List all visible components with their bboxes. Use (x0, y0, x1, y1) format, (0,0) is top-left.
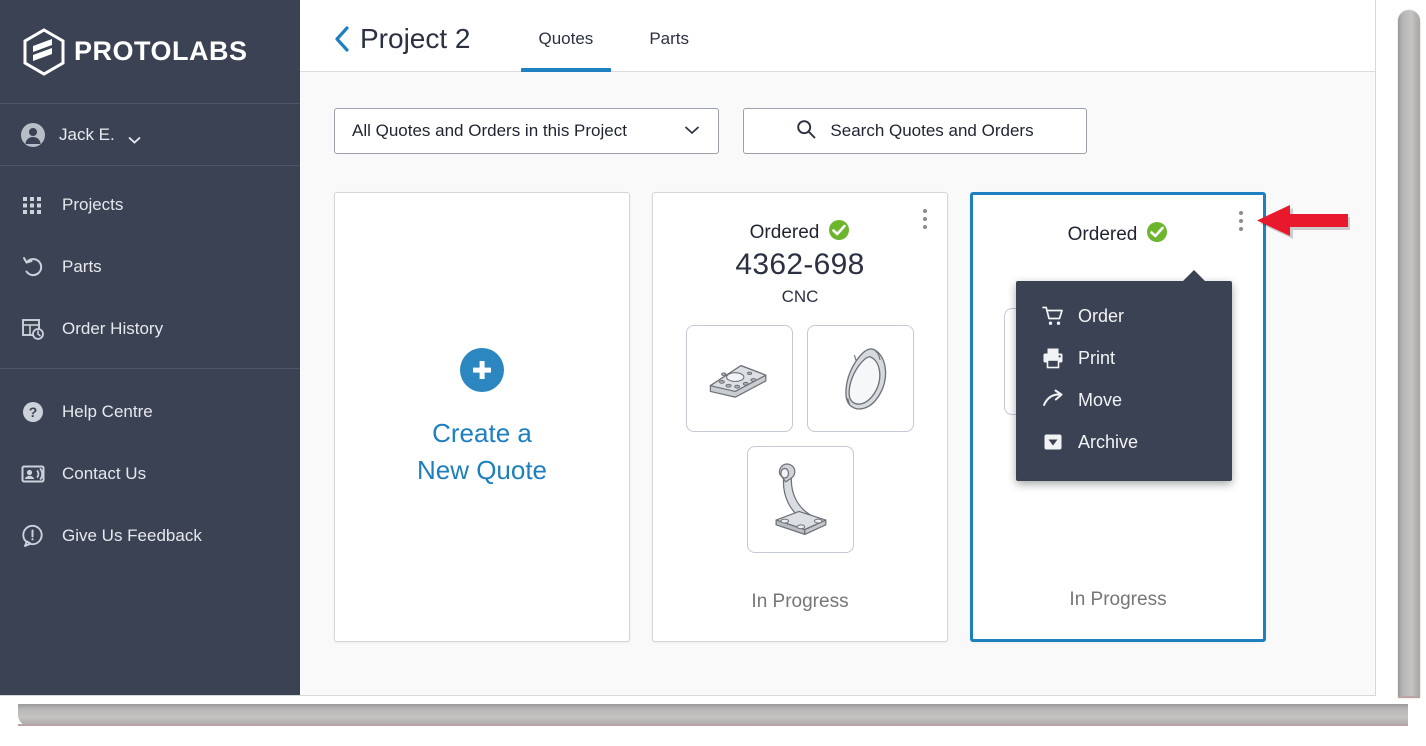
status-badge: Ordered (973, 221, 1263, 248)
printer-icon (1042, 347, 1064, 369)
protolabs-hexagon-icon (22, 27, 66, 76)
part-thumbnail[interactable] (746, 446, 854, 553)
context-menu-item-label: Print (1078, 347, 1116, 368)
chevron-down-icon (128, 131, 141, 144)
tab-bar: Quotes Parts (511, 0, 718, 74)
status-label: Ordered (749, 221, 820, 243)
green-check-icon (828, 219, 850, 246)
context-menu-pointer (1182, 270, 1206, 282)
context-menu-item-label: Move (1078, 389, 1123, 410)
part-thumbnail[interactable] (686, 325, 793, 432)
sidebar-item-projects[interactable]: Projects (0, 174, 300, 236)
grid-icon (20, 192, 46, 218)
back-chevron-icon[interactable] (334, 26, 350, 52)
part-thumbnail-list (653, 325, 947, 553)
sidebar-item-label: Projects (62, 195, 124, 214)
status-badge: Ordered (653, 219, 947, 246)
tab-label: Quotes (538, 29, 594, 48)
content-area: All Quotes and Orders in this Project Se… (300, 72, 1375, 695)
context-menu-item-label: Archive (1078, 431, 1139, 452)
contact-card-icon (20, 461, 46, 487)
sidebar-item-give-us-feedback[interactable]: Give Us Feedback (0, 505, 300, 567)
sidebar: PROTOLABS Jack E. Projects Parts Order H… (0, 0, 300, 695)
plus-icon (460, 348, 504, 392)
create-quote-line-2: New Quote (416, 455, 548, 485)
card-status-footer: In Progress (1069, 589, 1167, 610)
history-table-icon (20, 316, 46, 342)
sidebar-item-contact-us[interactable]: Contact Us (0, 443, 300, 505)
undo-arrow-icon (20, 254, 46, 280)
quote-scope-select[interactable]: All Quotes and Orders in this Project (334, 108, 719, 154)
context-menu-item-move[interactable]: Move (1016, 379, 1232, 421)
tab-label: Parts (649, 29, 689, 48)
kebab-dot (923, 225, 927, 229)
brand-logo[interactable]: PROTOLABS (0, 0, 300, 104)
move-arrow-icon (1042, 389, 1064, 411)
card-status-footer: In Progress (751, 591, 849, 612)
part-thumbnail[interactable] (807, 325, 914, 432)
search-placeholder-text: Search Quotes and Orders (830, 121, 1034, 140)
app-window: PROTOLABS Jack E. Projects Parts Order H… (0, 0, 1376, 696)
horizontal-scrollbar[interactable] (18, 704, 1408, 726)
quote-process: CNC (781, 287, 819, 306)
shopping-cart-icon (1042, 305, 1064, 327)
create-new-quote-card[interactable]: Create a New Quote (334, 192, 630, 642)
context-menu-item-label: Order (1078, 305, 1125, 326)
green-check-icon (1146, 221, 1168, 248)
sidebar-item-label: Help Centre (62, 402, 153, 421)
kebab-dot (923, 217, 927, 221)
page-title: Project 2 (360, 23, 471, 54)
status-label: Ordered (1067, 223, 1138, 245)
user-menu[interactable]: Jack E. (0, 104, 300, 166)
card-context-menu: Order Print Move Archive (1016, 270, 1232, 481)
avatar-icon (20, 122, 46, 148)
search-quotes-input[interactable]: Search Quotes and Orders (743, 108, 1087, 154)
tab-quotes[interactable]: Quotes (511, 29, 622, 74)
context-menu-item-archive[interactable]: Archive (1016, 421, 1232, 463)
card-kebab-menu-button[interactable] (916, 206, 934, 232)
sidebar-item-label: Contact Us (62, 464, 147, 483)
kebab-dot (1239, 211, 1243, 215)
quote-number: 4362-698 (735, 248, 865, 281)
main-area: Project 2 Quotes Parts All Quotes and Or… (300, 0, 1375, 695)
sidebar-item-help-centre[interactable]: ? Help Centre (0, 381, 300, 443)
tab-parts[interactable]: Parts (621, 29, 717, 71)
sidebar-nav-primary: Projects Parts Order History (0, 166, 300, 360)
kebab-dot (1239, 227, 1243, 231)
kebab-dot (923, 209, 927, 213)
search-icon (796, 119, 816, 144)
context-menu-item-print[interactable]: Print (1016, 337, 1232, 379)
chevron-down-icon (684, 122, 700, 140)
context-menu-item-order[interactable]: Order (1016, 295, 1232, 337)
question-circle-icon: ? (20, 399, 46, 425)
create-quote-line-1: Create a (432, 418, 532, 448)
sidebar-nav-secondary: ? Help Centre Contact Us Give Us Feedbac… (0, 368, 300, 567)
quote-scope-value: All Quotes and Orders in this Project (352, 121, 627, 140)
user-name: Jack E. (59, 124, 115, 144)
feedback-bubble-icon (20, 523, 46, 549)
sidebar-item-label: Parts (62, 257, 102, 276)
archive-box-icon (1042, 431, 1064, 453)
svg-text:?: ? (29, 404, 38, 420)
sidebar-item-parts[interactable]: Parts (0, 236, 300, 298)
sidebar-item-label: Give Us Feedback (62, 526, 202, 545)
brand-logo-text: PROTOLABS (74, 36, 248, 66)
filter-bar: All Quotes and Orders in this Project Se… (334, 108, 1375, 154)
vertical-scrollbar[interactable] (1398, 10, 1420, 698)
sidebar-item-label: Order History (62, 319, 164, 338)
quote-card[interactable]: Ordered 4362-698 CNC In Progress (652, 192, 948, 642)
sidebar-item-order-history[interactable]: Order History (0, 298, 300, 360)
card-kebab-menu-button-active[interactable] (1232, 208, 1250, 234)
breadcrumb[interactable]: Project 2 (334, 23, 471, 71)
page-header: Project 2 Quotes Parts (300, 0, 1375, 74)
kebab-dot (1239, 219, 1243, 223)
